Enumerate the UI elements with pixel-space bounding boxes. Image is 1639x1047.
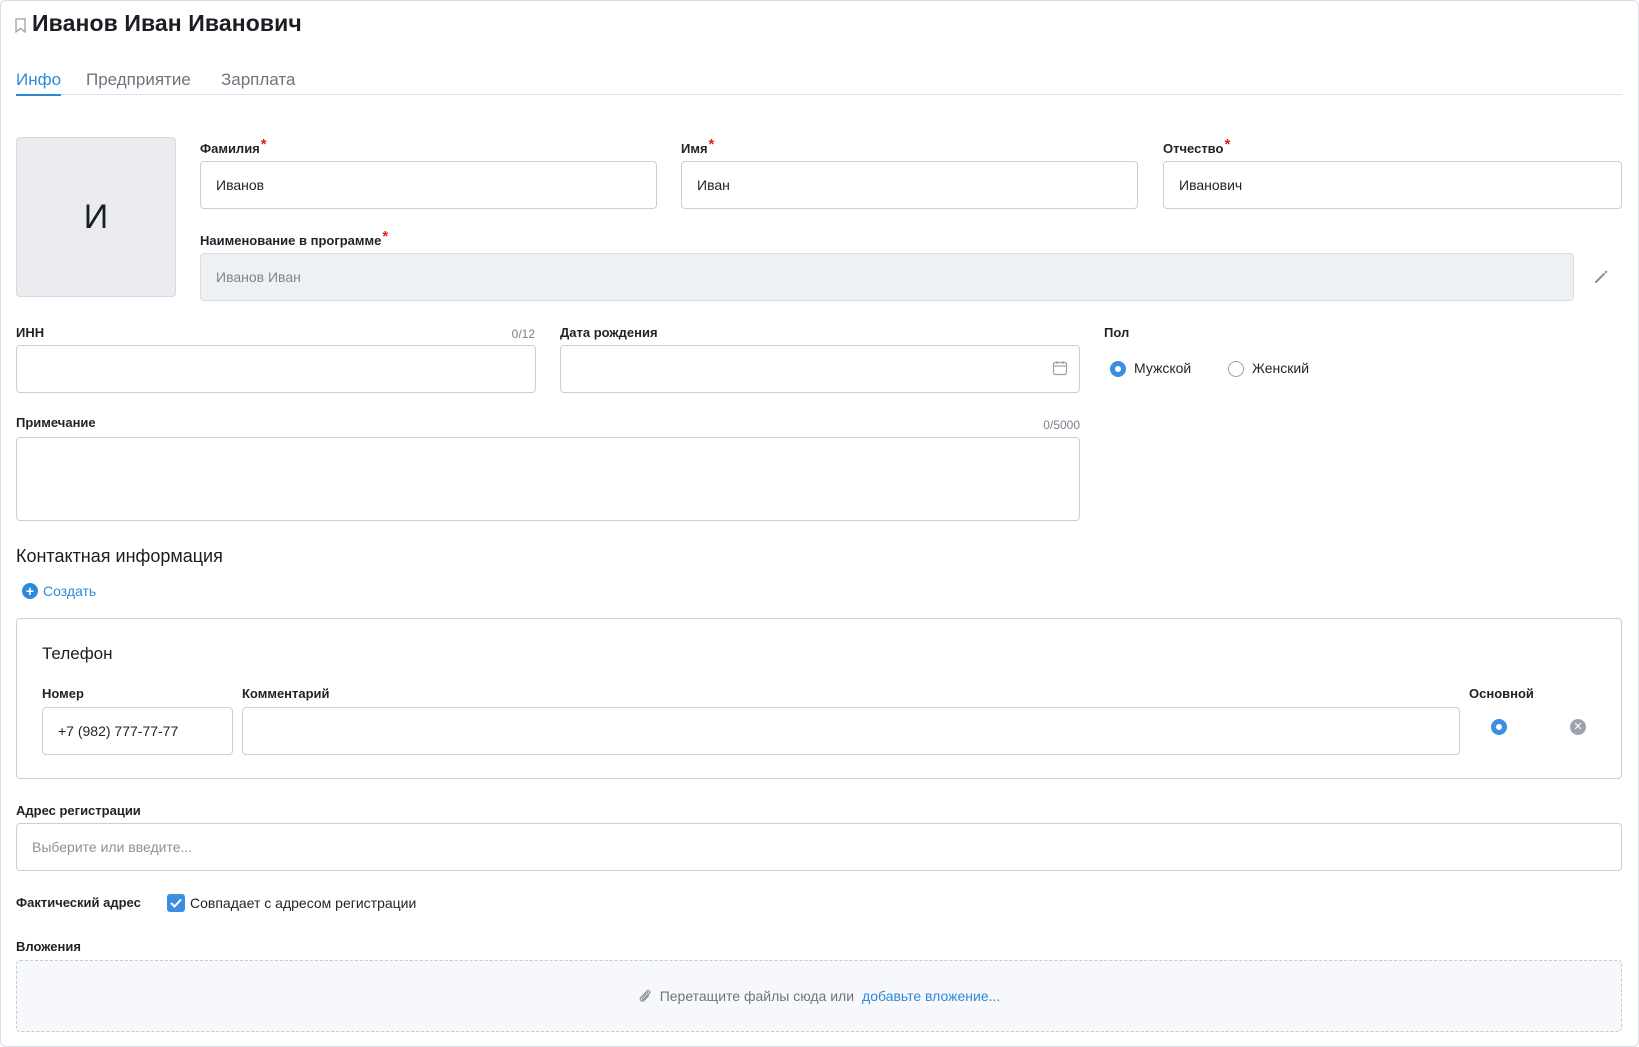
phone-comment-field[interactable] — [242, 707, 1460, 755]
add-attachment-link[interactable]: добавьте вложение... — [862, 988, 1000, 1004]
birth-date-field[interactable] — [560, 345, 1080, 393]
calendar-icon[interactable] — [1052, 360, 1068, 376]
inn-field[interactable] — [16, 345, 536, 393]
phone-number-field[interactable]: +7 (982) 777-77-77 — [42, 707, 233, 755]
last-name-field[interactable]: Иванов — [200, 161, 657, 209]
gender-male-label[interactable]: Мужской — [1134, 360, 1191, 376]
phone-primary-label: Основной — [1469, 686, 1534, 701]
gender-label: Пол — [1104, 325, 1130, 340]
inn-counter: 0/12 — [511, 327, 535, 341]
bookmark-icon[interactable] — [15, 18, 26, 33]
note-counter: 0/5000 — [1043, 418, 1080, 432]
display-name-label: Наименование в программе* — [200, 228, 389, 248]
reg-address-input[interactable]: Выберите или введите... — [16, 823, 1622, 871]
page-title: Иванов Иван Иванович — [32, 10, 302, 36]
patronymic-field[interactable]: Иванович — [1163, 161, 1622, 209]
page-frame — [0, 0, 1639, 1047]
tabs-bar: Инфо Предприятие Зарплата — [16, 70, 1622, 96]
birth-date-label: Дата рождения — [560, 325, 658, 340]
patronymic-label: Отчество* — [1163, 136, 1231, 156]
contacts-title: Контактная информация — [16, 546, 223, 566]
required-marker: * — [1224, 136, 1231, 153]
tab-info[interactable]: Инфо — [16, 70, 62, 96]
required-marker: * — [382, 228, 389, 245]
dropzone-text: Перетащите файлы сюда или — [659, 988, 855, 1004]
paperclip-icon — [639, 989, 651, 1002]
avatar[interactable]: И — [16, 137, 176, 297]
display-name-field: Иванов Иван — [200, 253, 1574, 301]
checkmark-icon — [170, 898, 182, 908]
tab-salary[interactable]: Зарплата — [221, 70, 295, 94]
gender-female-radio[interactable] — [1228, 361, 1244, 377]
reg-address-label: Адрес регистрации — [16, 803, 141, 818]
first-name-field[interactable]: Иван — [681, 161, 1138, 209]
tab-enterprise[interactable]: Предприятие — [86, 70, 191, 94]
same-address-checkbox[interactable] — [167, 894, 185, 912]
plus-icon: + — [22, 583, 38, 599]
inn-label: ИНН — [16, 325, 45, 340]
required-marker: * — [708, 136, 715, 153]
remove-phone-icon[interactable]: ✕ — [1570, 719, 1586, 735]
phone-number-label: Номер — [42, 686, 84, 701]
phone-primary-radio[interactable] — [1491, 719, 1507, 735]
phone-comment-label: Комментарий — [242, 686, 330, 701]
note-textarea[interactable] — [16, 437, 1080, 521]
last-name-label: Фамилия* — [200, 136, 267, 156]
create-contact-label: Создать — [43, 583, 97, 599]
note-label: Примечание — [16, 415, 96, 430]
attachments-dropzone[interactable]: Перетащите файлы сюда или добавьте вложе… — [16, 960, 1622, 1032]
attachments-label: Вложения — [16, 939, 81, 954]
gender-female-label[interactable]: Женский — [1252, 360, 1309, 376]
first-name-label: Имя* — [681, 136, 715, 156]
gender-male-radio[interactable] — [1110, 361, 1126, 377]
actual-address-label: Фактический адрес — [16, 895, 141, 910]
edit-icon[interactable] — [1592, 268, 1610, 286]
create-contact-button[interactable]: + Создать — [22, 583, 96, 599]
phone-card-title: Телефон — [42, 644, 113, 663]
required-marker: * — [260, 136, 267, 153]
same-address-label[interactable]: Совпадает с адресом регистрации — [190, 895, 416, 911]
